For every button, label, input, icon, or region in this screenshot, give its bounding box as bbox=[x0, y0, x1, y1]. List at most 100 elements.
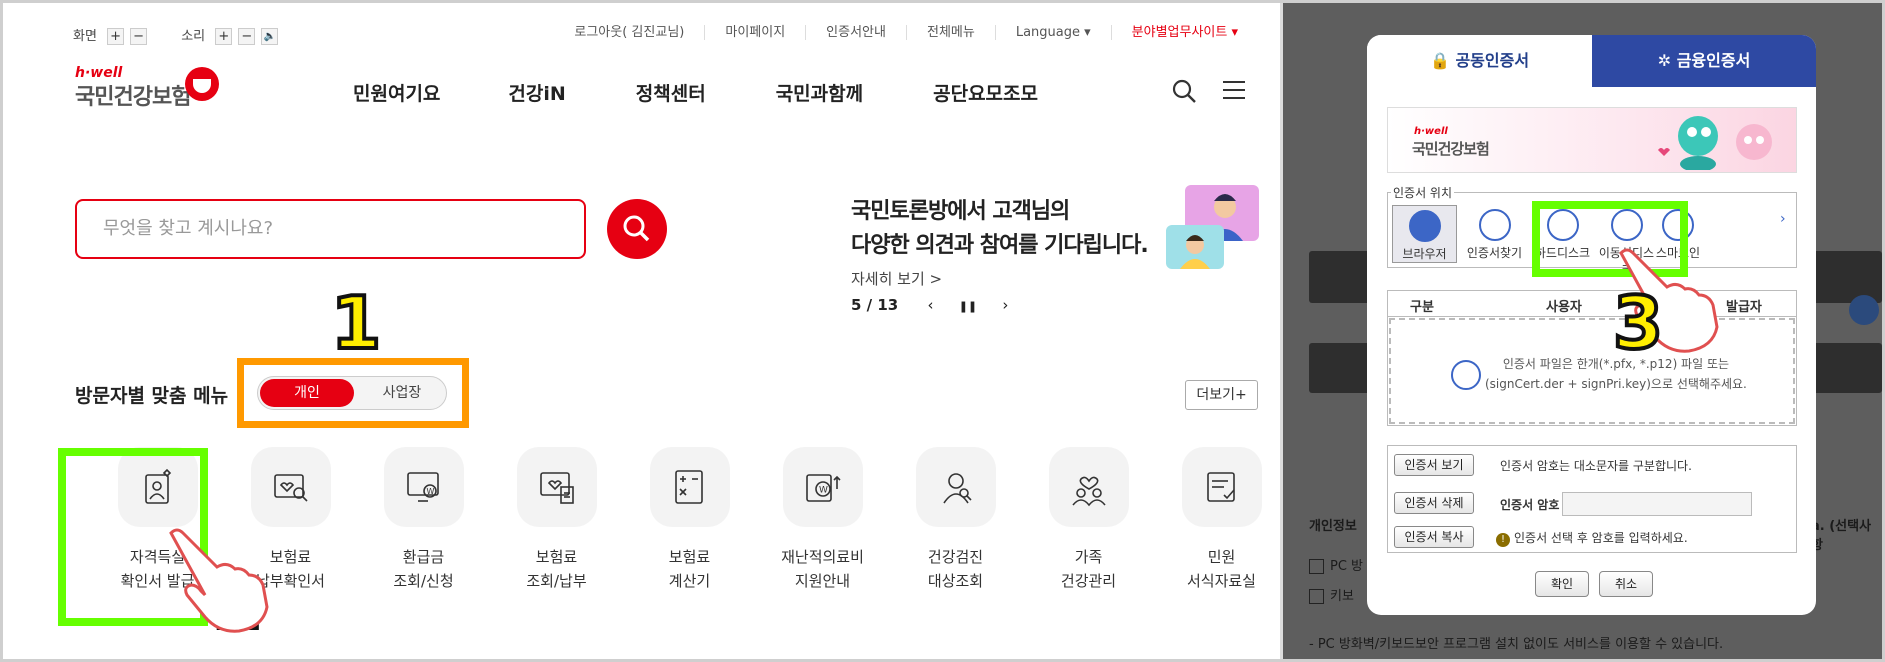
svg-text:W: W bbox=[426, 487, 434, 496]
location-next-arrow-icon[interactable]: › bbox=[1780, 211, 1786, 227]
screen-zoom-out-button[interactable]: − bbox=[130, 28, 148, 45]
nav-item-about[interactable]: 공단요모조모 bbox=[933, 79, 1038, 106]
col-issuer: 발급자 bbox=[1726, 300, 1762, 315]
financial-cert-icon: ✲ bbox=[1657, 51, 1677, 70]
promo-banner-text: 국민토론방에서 고객님의 다양한 의견과 참여를 기다립니다. bbox=[851, 195, 1149, 263]
search-button[interactable] bbox=[607, 199, 667, 259]
promo-line1: 국민토론방에서 고객님의 bbox=[851, 199, 1070, 224]
tab-joint-certificate-label: 공동인증서 bbox=[1455, 51, 1530, 70]
calculator-icon bbox=[674, 470, 703, 504]
search-input[interactable]: 무엇을 찾고 계시나요? bbox=[75, 199, 586, 259]
keyboard-checkbox[interactable]: 키보 bbox=[1309, 585, 1354, 604]
step1-highlight-box bbox=[237, 358, 469, 428]
password-label: 인증서 암호 bbox=[1500, 498, 1560, 512]
quick-menu-label: 조회/납부 bbox=[526, 572, 587, 590]
lock-icon: 🔒 bbox=[1429, 51, 1456, 70]
quick-menu-item[interactable]: 보험료계산기 bbox=[623, 447, 756, 593]
quick-menu-label: 조회/신청 bbox=[393, 572, 454, 590]
confirm-button[interactable]: 확인 bbox=[1535, 571, 1589, 597]
tab-joint-certificate[interactable]: 🔒 공동인증서 bbox=[1367, 35, 1592, 87]
banner-mascot-icon bbox=[1658, 116, 1772, 170]
visitor-menu-title: 방문자별 맞춤 메뉴 bbox=[75, 385, 229, 407]
quick-menu-item[interactable]: 가족 건강관리 bbox=[1022, 447, 1155, 593]
quick-menu-label: 건강검진 bbox=[927, 548, 984, 566]
promo-next-button[interactable]: › bbox=[1002, 296, 1008, 314]
logo-name: 국민건강보험 bbox=[75, 85, 191, 110]
nav-item-with-people[interactable]: 국민과함께 bbox=[776, 79, 863, 106]
medical-aid-icon: W bbox=[805, 474, 841, 502]
mypage-link[interactable]: 마이페이지 bbox=[704, 25, 805, 40]
promo-line2: 다양한 의견과 참여를 기다립니다. bbox=[851, 233, 1149, 258]
col-type: 구분 bbox=[1410, 300, 1434, 315]
promo-illustration-woman-icon bbox=[1166, 225, 1224, 269]
promo-more-link[interactable]: 자세히 보기 > bbox=[851, 268, 942, 289]
promo-page-count: 5 / 13 bbox=[851, 296, 899, 314]
nhis-logo[interactable]: h·well 국민건강보험 bbox=[75, 65, 219, 111]
quick-menu-item[interactable]: W 재난적의료비지원안내 bbox=[756, 447, 889, 593]
accessibility-controls: 화면 + − 소리 + − 🔈 bbox=[73, 25, 282, 45]
promo-prev-button[interactable]: ‹ bbox=[927, 296, 933, 314]
promo-pause-button[interactable]: ❚❚ bbox=[959, 300, 977, 313]
all-menu-link[interactable]: 전체메뉴 bbox=[905, 25, 995, 40]
location-label: 인증서찾기 bbox=[1466, 246, 1523, 260]
certificate-login-overlay: 개인정보 a. (선택사항 PC 방 키보 - PC 방화벽/키보드보안 프로그… bbox=[1283, 3, 1882, 659]
cancel-button[interactable]: 취소 bbox=[1599, 571, 1653, 597]
key-label: 키보 bbox=[1330, 589, 1354, 604]
tab-financial-certificate[interactable]: ✲ 금융인증서 bbox=[1592, 35, 1816, 87]
search-icon[interactable] bbox=[1171, 78, 1197, 104]
promo-pager: 5 / 13 ‹ ❚❚ › bbox=[851, 296, 1018, 314]
pc-firewall-checkbox[interactable]: PC 방 bbox=[1309, 555, 1363, 574]
speaker-icon[interactable]: 🔈 bbox=[261, 28, 279, 45]
cert-actions: 인증서 보기 인증서 암호는 대소문자를 구분합니다. 인증서 삭제 인증서 암… bbox=[1387, 445, 1797, 553]
certificate-modal: 🔒 공동인증서 ✲ 금융인증서 h·well 국민건강보험 브라우저 인증서찾기… bbox=[1367, 35, 1816, 615]
payment-search-icon bbox=[273, 474, 308, 502]
case-note: 인증서 암호는 대소문자를 구분합니다. bbox=[1500, 459, 1692, 473]
step1-number: 1 bbox=[329, 279, 383, 367]
privacy-label: 개인정보 bbox=[1309, 519, 1357, 534]
sound-up-button[interactable]: + bbox=[215, 28, 233, 45]
magnifier-icon bbox=[1451, 360, 1481, 390]
warning-icon: ! bbox=[1496, 533, 1510, 547]
delete-cert-button[interactable]: 인증서 삭제 bbox=[1394, 492, 1474, 514]
monitor-refund-icon: W bbox=[406, 472, 439, 502]
more-button[interactable]: 더보기+ bbox=[1185, 380, 1258, 410]
language-dropdown[interactable]: Language ▾ bbox=[994, 25, 1111, 40]
cert-guide-link[interactable]: 인증서안내 bbox=[805, 25, 906, 40]
cert-drop-area[interactable]: 인증서 파일은 한개(*.pfx, *.p12) 파일 또는 (signCert… bbox=[1389, 318, 1795, 424]
col-user: 사용자 bbox=[1546, 300, 1582, 315]
quick-menu-label: 대상조회 bbox=[927, 572, 984, 590]
nav-item-civil[interactable]: 민원여기요 bbox=[353, 79, 440, 106]
view-cert-button[interactable]: 인증서 보기 bbox=[1394, 454, 1474, 476]
magnifier-icon bbox=[1478, 209, 1511, 241]
quick-menu-label: 서식자료실 bbox=[1186, 572, 1256, 590]
sound-label: 소리 bbox=[181, 29, 206, 44]
quick-menu-label: 계산기 bbox=[668, 572, 711, 590]
nav-item-policy[interactable]: 정책센터 bbox=[636, 79, 706, 106]
password-input[interactable] bbox=[1562, 492, 1752, 516]
sound-down-button[interactable]: − bbox=[238, 28, 256, 45]
nhis-banner: h·well 국민건강보험 bbox=[1387, 107, 1797, 173]
quick-menu-label: 보험료 bbox=[668, 548, 711, 566]
family-heart-icon bbox=[1071, 476, 1106, 507]
quick-menu-item[interactable]: W 환급금조회/신청 bbox=[357, 447, 490, 593]
copy-cert-button[interactable]: 인증서 복사 bbox=[1394, 526, 1474, 548]
cert-location-legend: 인증서 위치 bbox=[1391, 184, 1455, 201]
quick-menu-label: 재난적의료비 bbox=[781, 548, 864, 566]
business-sites-dropdown[interactable]: 분야별업무사이트 ▾ bbox=[1110, 25, 1258, 40]
location-label: 브라우저 bbox=[1402, 247, 1447, 261]
footer-note: - PC 방화벽/키보드보안 프로그램 설치 없이도 서비스를 이용할 수 있습… bbox=[1309, 637, 1724, 652]
logout-link[interactable]: 로그아웃( 김진교님) bbox=[554, 25, 704, 40]
quick-menu-item[interactable]: 건강검진대상조회 bbox=[889, 447, 1022, 593]
location-browser-button[interactable]: 브라우저 bbox=[1392, 205, 1457, 263]
quick-menu-label: 환급금 bbox=[402, 548, 445, 566]
screen-zoom-in-button[interactable]: + bbox=[107, 28, 125, 45]
hamburger-menu-icon[interactable] bbox=[1223, 81, 1245, 99]
quick-menu-item[interactable]: 보험료 조회/납부 bbox=[490, 447, 623, 593]
quick-menu-label: 지원안내 bbox=[794, 572, 851, 590]
search-icon bbox=[623, 215, 650, 242]
premium-bill-icon bbox=[539, 472, 574, 504]
nav-item-health-in[interactable]: 건강iN bbox=[508, 79, 565, 106]
location-find-button[interactable]: 인증서찾기 bbox=[1462, 205, 1527, 263]
quick-menu-item[interactable]: 민원 서식자료실 bbox=[1155, 447, 1280, 593]
cert-drop-line2: (signCert.der + signPri.key)으로 선택해주세요. bbox=[1485, 377, 1747, 391]
